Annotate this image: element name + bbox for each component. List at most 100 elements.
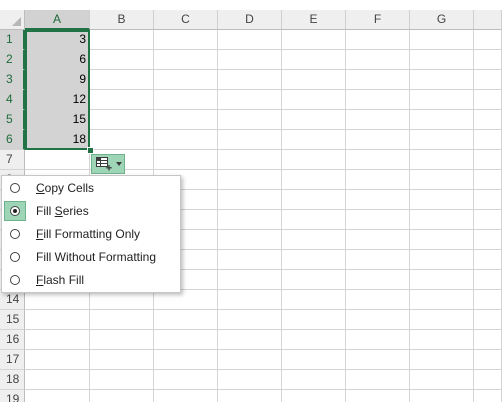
- cell-b3[interactable]: [90, 70, 154, 90]
- cell-g11[interactable]: [410, 230, 474, 250]
- cell-c14[interactable]: [154, 290, 218, 310]
- cell-f14[interactable]: [346, 290, 410, 310]
- cell-c5[interactable]: [154, 110, 218, 130]
- cell-d18[interactable]: [218, 370, 282, 390]
- row-header-16[interactable]: 16: [0, 330, 25, 350]
- select-all-button[interactable]: [0, 10, 25, 30]
- cell-c2[interactable]: [154, 50, 218, 70]
- cell-a19[interactable]: [25, 390, 90, 402]
- cell-g18[interactable]: [410, 370, 474, 390]
- cell-d15[interactable]: [218, 310, 282, 330]
- cell-c19[interactable]: [154, 390, 218, 402]
- cell-b6[interactable]: [90, 130, 154, 150]
- cell-f15[interactable]: [346, 310, 410, 330]
- cell-d1[interactable]: [218, 30, 282, 50]
- cell-a18[interactable]: [25, 370, 90, 390]
- cell-g19[interactable]: [410, 390, 474, 402]
- cell-d11[interactable]: [218, 230, 282, 250]
- cell-f2[interactable]: [346, 50, 410, 70]
- row-header-3[interactable]: 3: [0, 70, 25, 90]
- cell-g3[interactable]: [410, 70, 474, 90]
- cell-f19[interactable]: [346, 390, 410, 402]
- row-header-19[interactable]: 19: [0, 390, 25, 402]
- cell-b15[interactable]: [90, 310, 154, 330]
- cell-g10[interactable]: [410, 210, 474, 230]
- cell-f5[interactable]: [346, 110, 410, 130]
- cell-a16[interactable]: [25, 330, 90, 350]
- column-header-d[interactable]: D: [218, 10, 282, 30]
- cell-d2[interactable]: [218, 50, 282, 70]
- cell-g8[interactable]: [410, 170, 474, 190]
- cell-e7[interactable]: [282, 150, 346, 170]
- cell-d7[interactable]: [218, 150, 282, 170]
- cell-e8[interactable]: [282, 170, 346, 190]
- cell-e1[interactable]: [282, 30, 346, 50]
- cell-f18[interactable]: [346, 370, 410, 390]
- cell-g4[interactable]: [410, 90, 474, 110]
- cell-d4[interactable]: [218, 90, 282, 110]
- cell[interactable]: [474, 230, 502, 250]
- cell[interactable]: [474, 130, 502, 150]
- cell-g5[interactable]: [410, 110, 474, 130]
- cell-f13[interactable]: [346, 270, 410, 290]
- cell-a6[interactable]: 18: [25, 130, 90, 150]
- cell-c4[interactable]: [154, 90, 218, 110]
- cell-d17[interactable]: [218, 350, 282, 370]
- cell-g1[interactable]: [410, 30, 474, 50]
- row-header-5[interactable]: 5: [0, 110, 25, 130]
- menu-item-flash-fill[interactable]: Flash Fill: [2, 269, 180, 292]
- cell[interactable]: [474, 90, 502, 110]
- cell-f9[interactable]: [346, 190, 410, 210]
- cell-e5[interactable]: [282, 110, 346, 130]
- cell-g16[interactable]: [410, 330, 474, 350]
- cell-f6[interactable]: [346, 130, 410, 150]
- cell-g17[interactable]: [410, 350, 474, 370]
- cell-e19[interactable]: [282, 390, 346, 402]
- cell-e9[interactable]: [282, 190, 346, 210]
- cell[interactable]: [474, 110, 502, 130]
- cell-f3[interactable]: [346, 70, 410, 90]
- cell-a2[interactable]: 6: [25, 50, 90, 70]
- cell-d14[interactable]: [218, 290, 282, 310]
- cell-c16[interactable]: [154, 330, 218, 350]
- cell-a17[interactable]: [25, 350, 90, 370]
- cell[interactable]: [474, 270, 502, 290]
- cell-b5[interactable]: [90, 110, 154, 130]
- menu-item-fill-without-formatting[interactable]: Fill Without Formatting: [2, 246, 180, 269]
- cell-d6[interactable]: [218, 130, 282, 150]
- cell-c1[interactable]: [154, 30, 218, 50]
- menu-item-fill-series[interactable]: Fill Series: [2, 200, 180, 223]
- cell-g12[interactable]: [410, 250, 474, 270]
- cell-e13[interactable]: [282, 270, 346, 290]
- cell-e2[interactable]: [282, 50, 346, 70]
- cell-f8[interactable]: [346, 170, 410, 190]
- cell[interactable]: [474, 290, 502, 310]
- cell-a14[interactable]: [25, 290, 90, 310]
- cell-e6[interactable]: [282, 130, 346, 150]
- cell-b18[interactable]: [90, 370, 154, 390]
- cell-c7[interactable]: [154, 150, 218, 170]
- row-header-18[interactable]: 18: [0, 370, 25, 390]
- cell-d12[interactable]: [218, 250, 282, 270]
- cell-d8[interactable]: [218, 170, 282, 190]
- cell-e16[interactable]: [282, 330, 346, 350]
- cell-a4[interactable]: 12: [25, 90, 90, 110]
- cell-c18[interactable]: [154, 370, 218, 390]
- cell-d19[interactable]: [218, 390, 282, 402]
- cell-f4[interactable]: [346, 90, 410, 110]
- column-header-e[interactable]: E: [282, 10, 346, 30]
- cell[interactable]: [474, 350, 502, 370]
- column-header-c[interactable]: C: [154, 10, 218, 30]
- cell[interactable]: [474, 30, 502, 50]
- cell-g6[interactable]: [410, 130, 474, 150]
- column-header[interactable]: [474, 10, 502, 30]
- cell[interactable]: [474, 310, 502, 330]
- column-header-f[interactable]: F: [346, 10, 410, 30]
- menu-item-fill-formatting-only[interactable]: Fill Formatting Only: [2, 223, 180, 246]
- cell-e14[interactable]: [282, 290, 346, 310]
- cell-f17[interactable]: [346, 350, 410, 370]
- column-header-b[interactable]: B: [90, 10, 154, 30]
- cell[interactable]: [474, 250, 502, 270]
- cell-b4[interactable]: [90, 90, 154, 110]
- cell-a5[interactable]: 15: [25, 110, 90, 130]
